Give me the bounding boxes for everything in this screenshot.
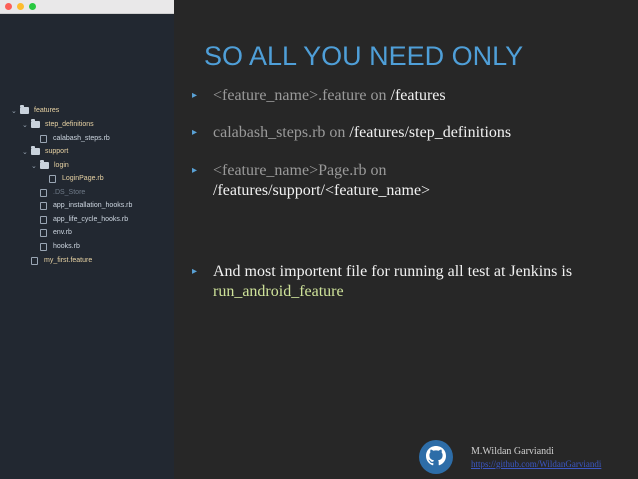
folder-icon xyxy=(31,146,40,155)
bullet-highlight: run_android_feature xyxy=(213,283,344,300)
tree-item-calabash-steps[interactable]: calabash_steps.rb xyxy=(40,132,110,145)
tree-item-support[interactable]: ⌄ support xyxy=(22,145,68,158)
tree-item-app-installation-hooks[interactable]: app_installation_hooks.rb xyxy=(40,199,132,212)
tree-item-label: LoginPage.rb xyxy=(62,175,104,182)
author-name: M.Wildan Garviandi xyxy=(471,446,554,457)
tree-item-label: step_definitions xyxy=(45,121,94,128)
bullet-path: /features/support/<feature_name> xyxy=(213,182,431,199)
tree-item-ds-store[interactable]: .DS_Store xyxy=(40,186,85,199)
author-link[interactable]: https://github.com/WildanGarviandi xyxy=(471,459,601,469)
tree-item-loginpage[interactable]: LoginPage.rb xyxy=(49,172,104,185)
bullet-triangle-icon: ▸ xyxy=(192,266,198,277)
folder-icon xyxy=(31,119,40,128)
bullet-text: And most importent file for running all … xyxy=(213,263,573,280)
tree-item-label: my_first.feature xyxy=(44,257,93,264)
tree-item-label: calabash_steps.rb xyxy=(53,135,110,142)
bullet-item: ▸ <feature_name>.feature on /features xyxy=(192,86,622,106)
file-icon xyxy=(40,201,47,210)
bullet-item: ▸ And most importent file for running al… xyxy=(192,262,622,302)
folder-icon xyxy=(40,160,49,169)
slide-title: SO ALL YOU NEED ONLY xyxy=(204,41,524,71)
tree-item-step-definitions[interactable]: ⌄ step_definitions xyxy=(22,118,94,131)
chevron-down-icon: ⌄ xyxy=(31,162,37,170)
window-titlebar xyxy=(0,0,174,14)
github-icon xyxy=(419,440,453,474)
tree-item-label: features xyxy=(34,107,60,114)
file-icon xyxy=(40,134,47,143)
tree-item-env[interactable]: env.rb xyxy=(40,226,72,239)
tree-item-hooks[interactable]: hooks.rb xyxy=(40,240,80,253)
minimize-window-button[interactable] xyxy=(17,3,24,10)
file-icon xyxy=(49,174,56,183)
chevron-down-icon: ⌄ xyxy=(22,121,28,129)
file-icon xyxy=(31,256,38,265)
bullet-path: /features xyxy=(390,87,446,104)
file-icon xyxy=(40,188,47,197)
zoom-window-button[interactable] xyxy=(29,3,36,10)
bullet-text-muted: <feature_name>Page.rb on xyxy=(213,162,387,179)
close-window-button[interactable] xyxy=(5,3,12,10)
bullet-triangle-icon: ▸ xyxy=(192,165,198,176)
tree-item-label: support xyxy=(45,148,69,155)
bullet-triangle-icon: ▸ xyxy=(192,127,198,138)
bullet-path: /features/step_definitions xyxy=(349,124,512,141)
tree-item-label: login xyxy=(54,162,69,169)
file-icon xyxy=(40,215,47,224)
chevron-down-icon: ⌄ xyxy=(22,148,28,156)
tree-item-features[interactable]: ⌄ features xyxy=(11,104,59,117)
tree-item-my-first-feature[interactable]: my_first.feature xyxy=(31,254,92,267)
tree-item-label: env.rb xyxy=(53,229,72,236)
tree-item-label: hooks.rb xyxy=(53,243,80,250)
file-icon xyxy=(40,242,47,251)
file-icon xyxy=(40,228,47,237)
tree-item-app-life-cycle-hooks[interactable]: app_life_cycle_hooks.rb xyxy=(40,213,128,226)
bullet-item: ▸ <feature_name>Page.rb on /features/sup… xyxy=(192,161,622,201)
bullet-item: ▸ calabash_steps.rb on /features/step_de… xyxy=(192,123,622,143)
folder-icon xyxy=(20,105,29,114)
tree-item-label: app_life_cycle_hooks.rb xyxy=(53,216,129,223)
tree-item-login[interactable]: ⌄ login xyxy=(31,159,69,172)
bullet-text-muted: calabash_steps.rb on xyxy=(213,124,350,141)
bullet-text-muted: <feature_name>.feature on xyxy=(213,87,391,104)
bullet-triangle-icon: ▸ xyxy=(192,90,198,101)
github-octocat-icon xyxy=(426,446,446,466)
editor-window: ⌄ features ⌄ step_definitions calabash_s… xyxy=(0,0,174,479)
chevron-down-icon: ⌄ xyxy=(11,107,17,115)
tree-item-label: .DS_Store xyxy=(53,189,86,196)
tree-item-label: app_installation_hooks.rb xyxy=(53,202,133,209)
